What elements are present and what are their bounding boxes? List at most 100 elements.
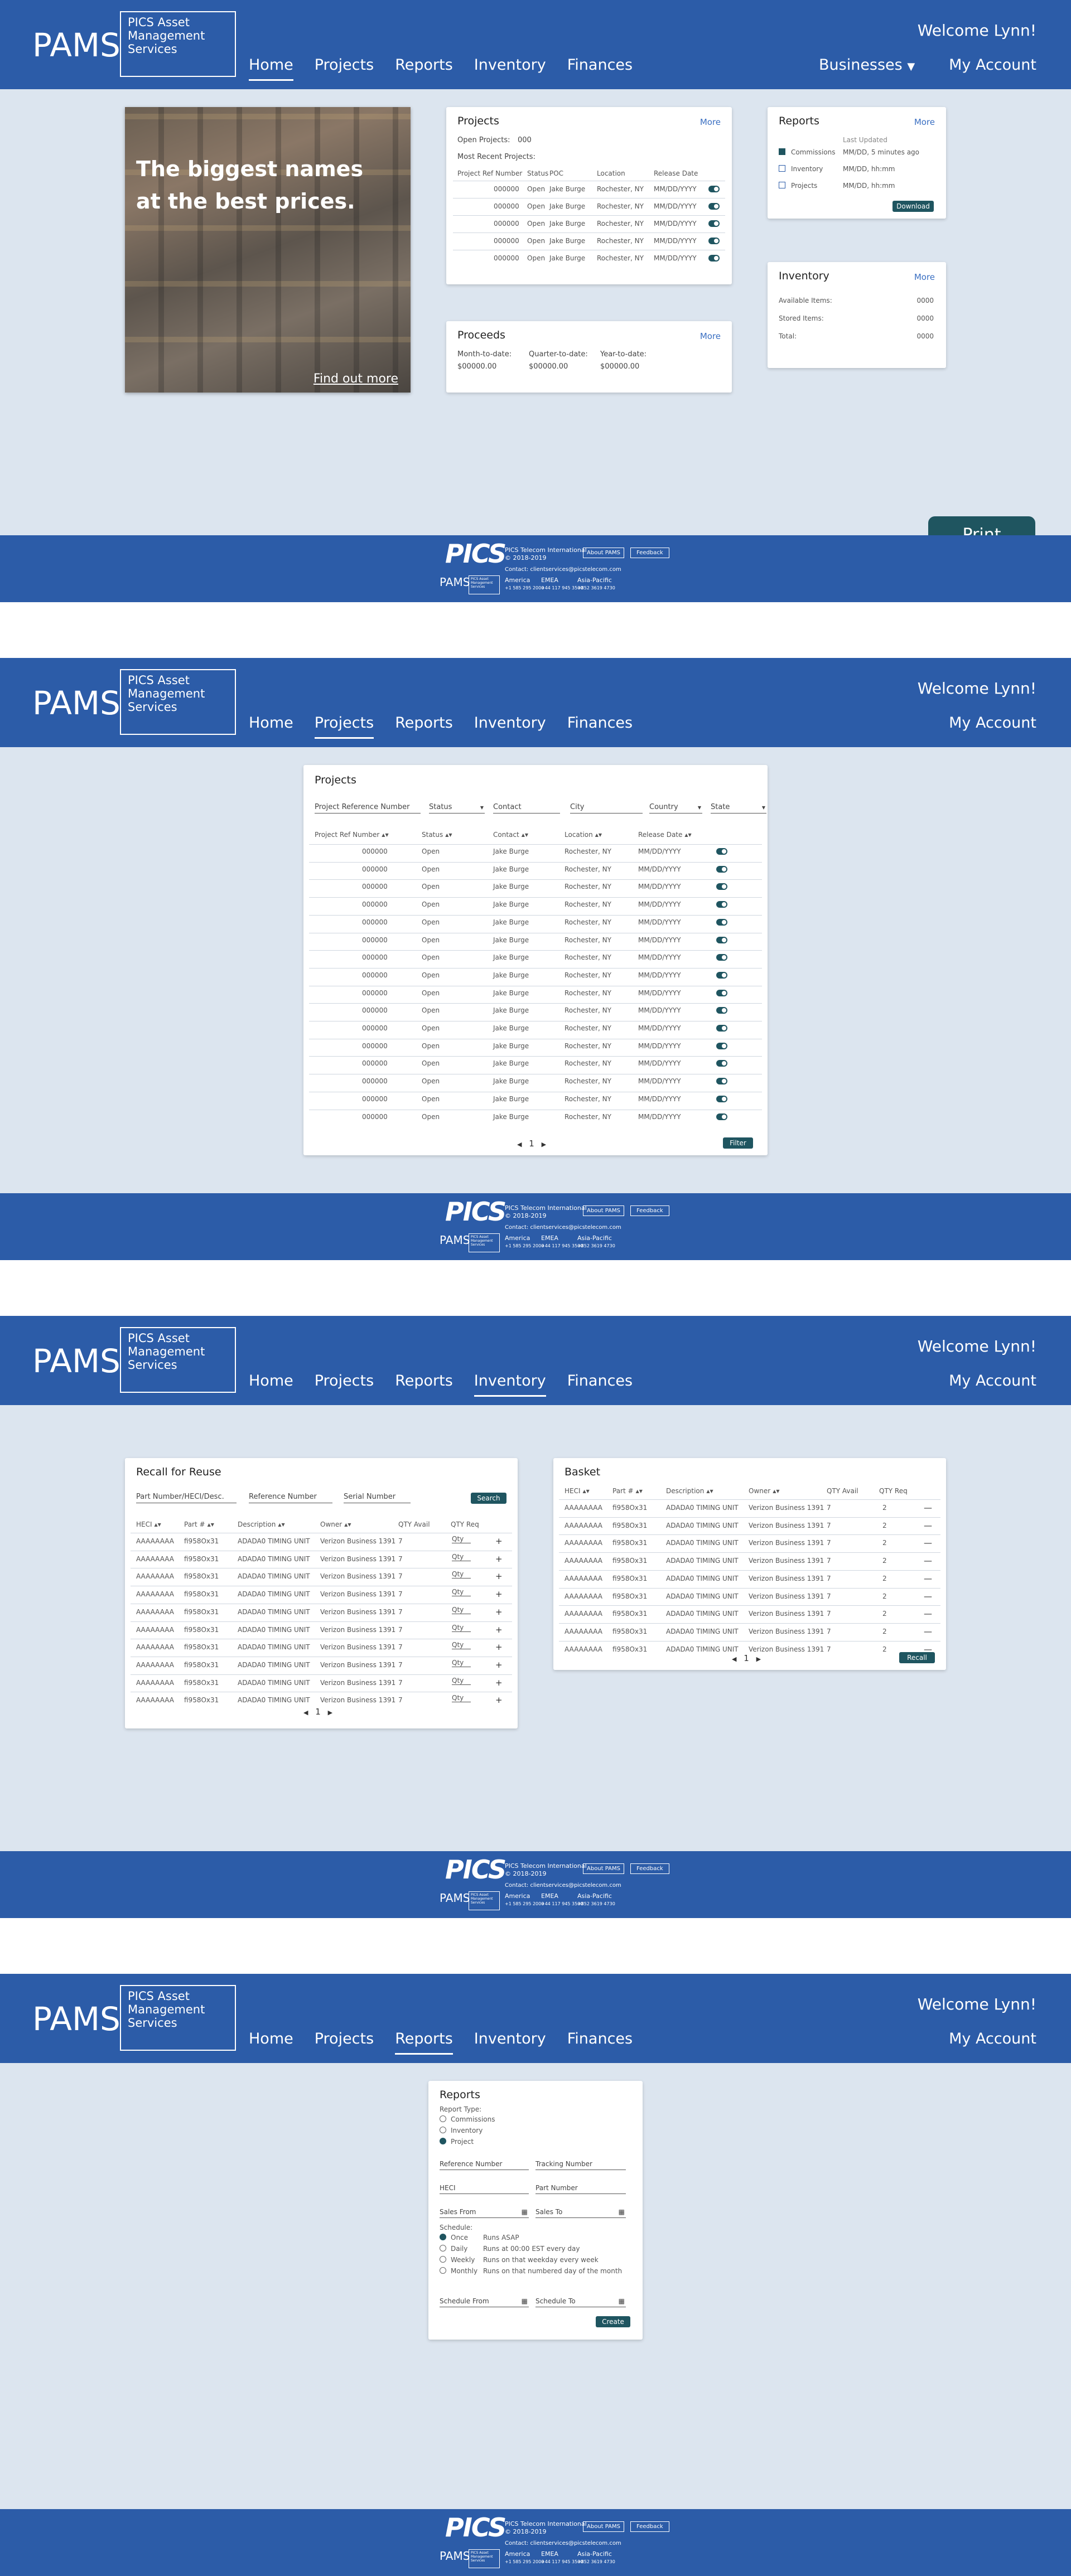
toggle-switch[interactable] [708, 220, 720, 227]
pams-logo[interactable]: PAMS [32, 1342, 120, 1381]
calendar-icon[interactable]: ▦ [619, 2297, 625, 2305]
column-header[interactable]: QTY Avail [827, 1487, 858, 1495]
sales-to-field[interactable]: Sales To ▦ [536, 2208, 626, 2218]
sort-icon[interactable]: ▲▼ [583, 1489, 590, 1493]
column-header[interactable]: Location ▲▼ [565, 831, 602, 839]
nav-projects[interactable]: Projects [314, 714, 374, 739]
add-icon[interactable]: + [495, 1642, 503, 1652]
toggle-switch[interactable] [708, 255, 720, 262]
schedule-radio[interactable] [440, 2267, 446, 2274]
calendar-icon[interactable]: ▦ [619, 2208, 625, 2216]
remove-icon[interactable]: — [924, 1626, 932, 1636]
nav-inventory[interactable]: Inventory [474, 714, 546, 739]
calendar-icon[interactable]: ▦ [522, 2297, 528, 2305]
toggle-switch[interactable] [716, 848, 727, 855]
my-account-link[interactable]: My Account [949, 714, 1036, 732]
sort-icon[interactable]: ▲▼ [522, 832, 528, 837]
column-header[interactable]: Owner ▲▼ [320, 1521, 351, 1528]
filter-state[interactable]: State ▼ [711, 803, 766, 814]
filter-button[interactable]: Filter [723, 1137, 753, 1149]
next-page-icon[interactable]: ▶ [756, 1655, 761, 1663]
toggle-switch[interactable] [716, 1007, 727, 1014]
pams-logo[interactable]: PAMS [32, 684, 120, 723]
sort-icon[interactable]: ▲▼ [595, 832, 602, 837]
inventory-more-link[interactable]: More [914, 272, 935, 282]
about-pams-button[interactable]: About PAMS [583, 2521, 624, 2532]
qty-input[interactable]: Qty [452, 1606, 471, 1614]
about-pams-button[interactable]: About PAMS [583, 1205, 624, 1216]
download-button[interactable]: Download [893, 201, 934, 212]
column-header[interactable]: QTY Avail [398, 1521, 430, 1528]
my-account-link[interactable]: My Account [949, 1372, 1036, 1389]
sort-icon[interactable]: ▲▼ [278, 1522, 284, 1527]
qty-input[interactable]: Qty [452, 1659, 471, 1667]
add-icon[interactable]: + [495, 1589, 503, 1599]
search-button[interactable]: Search [471, 1493, 506, 1504]
heci-field[interactable]: HECI [440, 2184, 529, 2194]
column-header[interactable]: Part # ▲▼ [612, 1487, 643, 1495]
toggle-switch[interactable] [716, 865, 727, 873]
column-header[interactable]: Owner ▲▼ [749, 1487, 780, 1495]
prev-page-icon[interactable]: ◀ [732, 1655, 736, 1663]
toggle-switch[interactable] [716, 1042, 727, 1049]
column-header[interactable]: Status ▲▼ [422, 831, 452, 839]
add-icon[interactable]: + [495, 1536, 503, 1546]
nav-finances[interactable]: Finances [567, 56, 633, 81]
nav-inventory[interactable]: Inventory [474, 1372, 546, 1397]
feedback-button[interactable]: Feedback [630, 548, 669, 558]
toggle-switch[interactable] [716, 1025, 727, 1032]
sort-icon[interactable]: ▲▼ [684, 832, 691, 837]
nav-reports[interactable]: Reports [395, 2030, 453, 2055]
qty-input[interactable]: Qty [452, 1641, 471, 1650]
filter-project-reference-number[interactable]: Project Reference Number [315, 803, 421, 814]
commissions-checkbox[interactable] [779, 148, 785, 155]
toggle-switch[interactable] [716, 883, 727, 890]
nav-home[interactable]: Home [249, 714, 293, 739]
sales-from-field[interactable]: Sales From ▦ [440, 2208, 529, 2218]
tracking-number-field[interactable]: Tracking Number [536, 2160, 626, 2170]
column-header[interactable]: HECI ▲▼ [565, 1487, 590, 1495]
part-number-field[interactable]: Part Number/HECI/Desc. [136, 1493, 237, 1503]
toggle-switch[interactable] [716, 971, 727, 979]
toggle-switch[interactable] [716, 1113, 727, 1120]
nav-home[interactable]: Home [249, 2030, 293, 2055]
nav-home[interactable]: Home [249, 1372, 293, 1397]
nav-reports[interactable]: Reports [395, 56, 453, 81]
feedback-button[interactable]: Feedback [630, 1863, 669, 1874]
qty-input[interactable]: Qty [452, 1553, 471, 1561]
add-icon[interactable]: + [495, 1660, 503, 1670]
about-pams-button[interactable]: About PAMS [583, 548, 624, 558]
reference-number-field[interactable]: Reference Number [249, 1493, 332, 1503]
inventory-checkbox[interactable] [779, 165, 785, 172]
column-header[interactable]: Description ▲▼ [666, 1487, 713, 1495]
toggle-switch[interactable] [716, 901, 727, 908]
toggle-switch[interactable] [716, 936, 727, 943]
nav-home[interactable]: Home [249, 56, 293, 81]
remove-icon[interactable]: — [924, 1609, 932, 1619]
sort-icon[interactable]: ▲▼ [706, 1489, 713, 1493]
filter-city[interactable]: City [570, 803, 643, 814]
serial-number-field[interactable]: Serial Number [344, 1493, 411, 1503]
proceeds-more-link[interactable]: More [700, 331, 721, 341]
create-button[interactable]: Create [596, 2316, 630, 2327]
filter-status[interactable]: Status ▼ [429, 803, 485, 814]
sort-icon[interactable]: ▲▼ [773, 1489, 779, 1493]
about-pams-button[interactable]: About PAMS [583, 1863, 624, 1874]
column-header[interactable]: Project Ref Number ▲▼ [315, 831, 389, 839]
nav-projects[interactable]: Projects [315, 56, 374, 81]
part-number-field[interactable]: Part Number [536, 2184, 626, 2194]
my-account-link[interactable]: My Account [949, 2030, 1036, 2047]
sort-icon[interactable]: ▲▼ [344, 1522, 351, 1527]
report-type-radio[interactable] [440, 2138, 446, 2144]
sort-icon[interactable]: ▲▼ [155, 1522, 161, 1527]
nav-projects[interactable]: Projects [315, 2030, 374, 2055]
toggle-switch[interactable] [716, 954, 727, 961]
toggle-switch[interactable] [716, 1078, 727, 1085]
qty-input[interactable]: Qty [452, 1588, 471, 1597]
add-icon[interactable]: + [495, 1625, 503, 1635]
projects-checkbox[interactable] [779, 182, 785, 188]
sort-icon[interactable]: ▲▼ [208, 1522, 214, 1527]
calendar-icon[interactable]: ▦ [522, 2208, 528, 2216]
remove-icon[interactable]: — [924, 1573, 932, 1584]
column-header[interactable]: HECI ▲▼ [136, 1521, 161, 1528]
